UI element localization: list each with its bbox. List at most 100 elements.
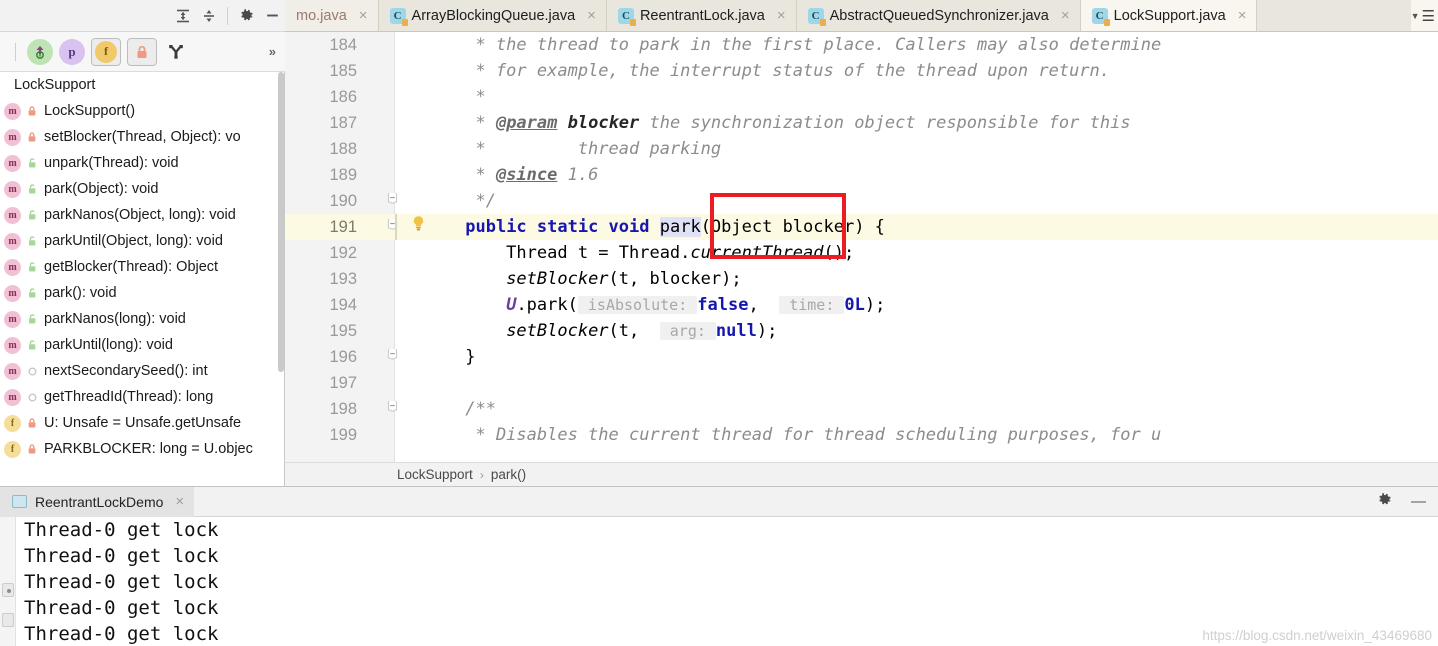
package-private-icon [24, 392, 40, 403]
java-class-icon: C [807, 7, 826, 26]
show-inherited-icon[interactable] [163, 39, 189, 65]
structure-item[interactable]: m unpark(Thread): void [0, 150, 284, 176]
structure-item[interactable]: m parkNanos(long): void [0, 306, 284, 332]
structure-item[interactable]: f PARKBLOCKER: long = U.objec [0, 436, 284, 462]
code-line[interactable]: 186 * [285, 84, 1438, 110]
structure-scrollbar[interactable] [278, 72, 284, 486]
line-number: 192 [329, 244, 357, 262]
gear-icon[interactable] [1376, 491, 1393, 513]
close-icon[interactable]: × [1061, 8, 1070, 23]
breadcrumb-class[interactable]: LockSupport [397, 467, 473, 482]
structure-root-node[interactable]: LockSupport [0, 72, 284, 98]
editor-tab[interactable]: C AbstractQueuedSynchronizer.java × [796, 0, 1081, 31]
structure-root-label: LockSupport [14, 77, 96, 93]
structure-item-list: m LockSupport() m setBlocker(Thread, Object… [0, 98, 284, 462]
line-number: 196 [329, 348, 357, 366]
editor-tab[interactable]: C ArrayBlockingQueue.java × [378, 0, 607, 31]
code-line[interactable]: 194 U.park( isAbsolute: false, time: 0L)… [285, 292, 1438, 318]
structure-item[interactable]: m nextSecondarySeed(): int [0, 358, 284, 384]
structure-item-label: parkUntil(long): void [44, 337, 173, 353]
code-line-text: * [455, 84, 485, 110]
lock-icon [24, 417, 40, 429]
code-fold-icon[interactable] [385, 188, 399, 214]
unlock-icon [24, 287, 40, 299]
show-properties-icon[interactable]: p [59, 38, 85, 65]
editor-tab-bar: mo.java × C ArrayBlockingQueue.java × C Reentr… [285, 0, 1438, 32]
code-token: time: [779, 296, 845, 314]
method-icon: m [4, 232, 21, 250]
structure-item[interactable]: f U: Unsafe = Unsafe.getUnsafe [0, 410, 284, 436]
hide-panel-icon[interactable] [259, 3, 285, 29]
gear-icon[interactable] [233, 3, 259, 29]
code-line[interactable]: 191 public static void park(Object block… [285, 214, 1438, 240]
expand-all-icon[interactable] [170, 3, 196, 29]
structure-item[interactable]: m parkUntil(Object, long): void [0, 228, 284, 254]
close-icon[interactable]: × [777, 8, 786, 23]
console-fold-marker[interactable] [2, 613, 14, 627]
breadcrumb-method[interactable]: park() [491, 467, 526, 482]
code-line[interactable]: 197 [285, 370, 1438, 396]
close-icon[interactable]: × [359, 8, 368, 23]
code-line[interactable]: 198 /** [285, 396, 1438, 422]
code-line-text: * thread parking [455, 136, 721, 162]
intention-bulb-icon[interactable] [411, 214, 426, 240]
code-editor[interactable]: 184 * the thread to park in the first pl… [285, 32, 1438, 462]
code-token: * [455, 165, 496, 185]
editor-tab[interactable]: mo.java × [285, 0, 379, 31]
code-line[interactable]: 184 * the thread to park in the first pl… [285, 32, 1438, 58]
code-content[interactable]: 184 * the thread to park in the first pl… [285, 32, 1438, 462]
code-line[interactable]: 190 */ [285, 188, 1438, 214]
structure-item[interactable]: m parkNanos(Object, long): void [0, 202, 284, 228]
unlock-icon [24, 157, 40, 169]
code-line-text: Thread t = Thread.currentThread(); [455, 240, 854, 266]
close-icon[interactable]: × [587, 8, 596, 23]
code-line[interactable]: 199 * Disables the current thread for th… [285, 422, 1438, 448]
code-fold-icon[interactable] [385, 396, 399, 422]
sort-alphabetically-icon[interactable] [27, 38, 53, 65]
console-scrollbar[interactable] [17, 517, 23, 646]
structure-item[interactable]: m setBlocker(Thread, Object): vo [0, 124, 284, 150]
console-output[interactable]: Thread-0 get lock Thread-0 get lock Thread… [0, 517, 1438, 646]
close-icon[interactable]: × [175, 493, 184, 510]
line-number: 188 [329, 140, 357, 158]
structure-item-label: PARKBLOCKER: long = U.objec [44, 441, 253, 457]
structure-item-label: getBlocker(Thread): Object [44, 259, 219, 275]
show-non-public-button[interactable] [127, 37, 157, 66]
code-fold-icon[interactable] [385, 344, 399, 370]
structure-item-label: setBlocker(Thread, Object): vo [44, 129, 241, 145]
code-line-text: setBlocker(t, blocker); [455, 266, 741, 292]
close-icon[interactable]: × [1238, 8, 1247, 23]
run-tab-reentrantlockdemo[interactable]: ReentrantLockDemo × [0, 486, 195, 517]
code-line[interactable]: 187 * @param blocker the synchronization… [285, 110, 1438, 136]
structure-item-label: park(): void [44, 285, 117, 301]
structure-item-label: LockSupport() [44, 103, 136, 119]
code-line[interactable]: 196 } [285, 344, 1438, 370]
toolbar-overflow-icon[interactable]: » [269, 44, 276, 59]
code-line[interactable]: 193 setBlocker(t, blocker); [285, 266, 1438, 292]
console-fold-marker[interactable] [2, 583, 14, 597]
code-token: , [748, 295, 780, 315]
line-number: 193 [329, 270, 357, 288]
editor-tab[interactable]: C ReentrantLock.java × [606, 0, 797, 31]
code-token: (Object blocker) { [700, 217, 885, 237]
code-line[interactable]: 192 Thread t = Thread.currentThread(); [285, 240, 1438, 266]
code-line[interactable]: 195 setBlocker(t, arg: null); [285, 318, 1438, 344]
collapse-all-icon[interactable] [196, 3, 222, 29]
structure-item[interactable]: m parkUntil(long): void [0, 332, 284, 358]
structure-item[interactable]: m park(): void [0, 280, 284, 306]
structure-item[interactable]: m getBlocker(Thread): Object [0, 254, 284, 280]
minimize-icon[interactable]: — [1411, 493, 1426, 510]
editor-tab[interactable]: C LockSupport.java × [1080, 0, 1258, 31]
console-line: Thread-0 get lock [24, 623, 219, 645]
code-line[interactable]: 189 * @since 1.6 [285, 162, 1438, 188]
chevron-down-icon[interactable]: ▼ [1411, 11, 1420, 21]
unlock-icon [24, 209, 40, 221]
structure-item[interactable]: m getThreadId(Thread): long [0, 384, 284, 410]
structure-item[interactable]: m LockSupport() [0, 98, 284, 124]
structure-item[interactable]: m park(Object): void [0, 176, 284, 202]
code-line[interactable]: 188 * thread parking [285, 136, 1438, 162]
code-line[interactable]: 185 * for example, the interrupt status … [285, 58, 1438, 84]
show-fields-button[interactable]: f [91, 37, 121, 66]
tab-list-icon[interactable]: ☰ [1422, 7, 1435, 25]
